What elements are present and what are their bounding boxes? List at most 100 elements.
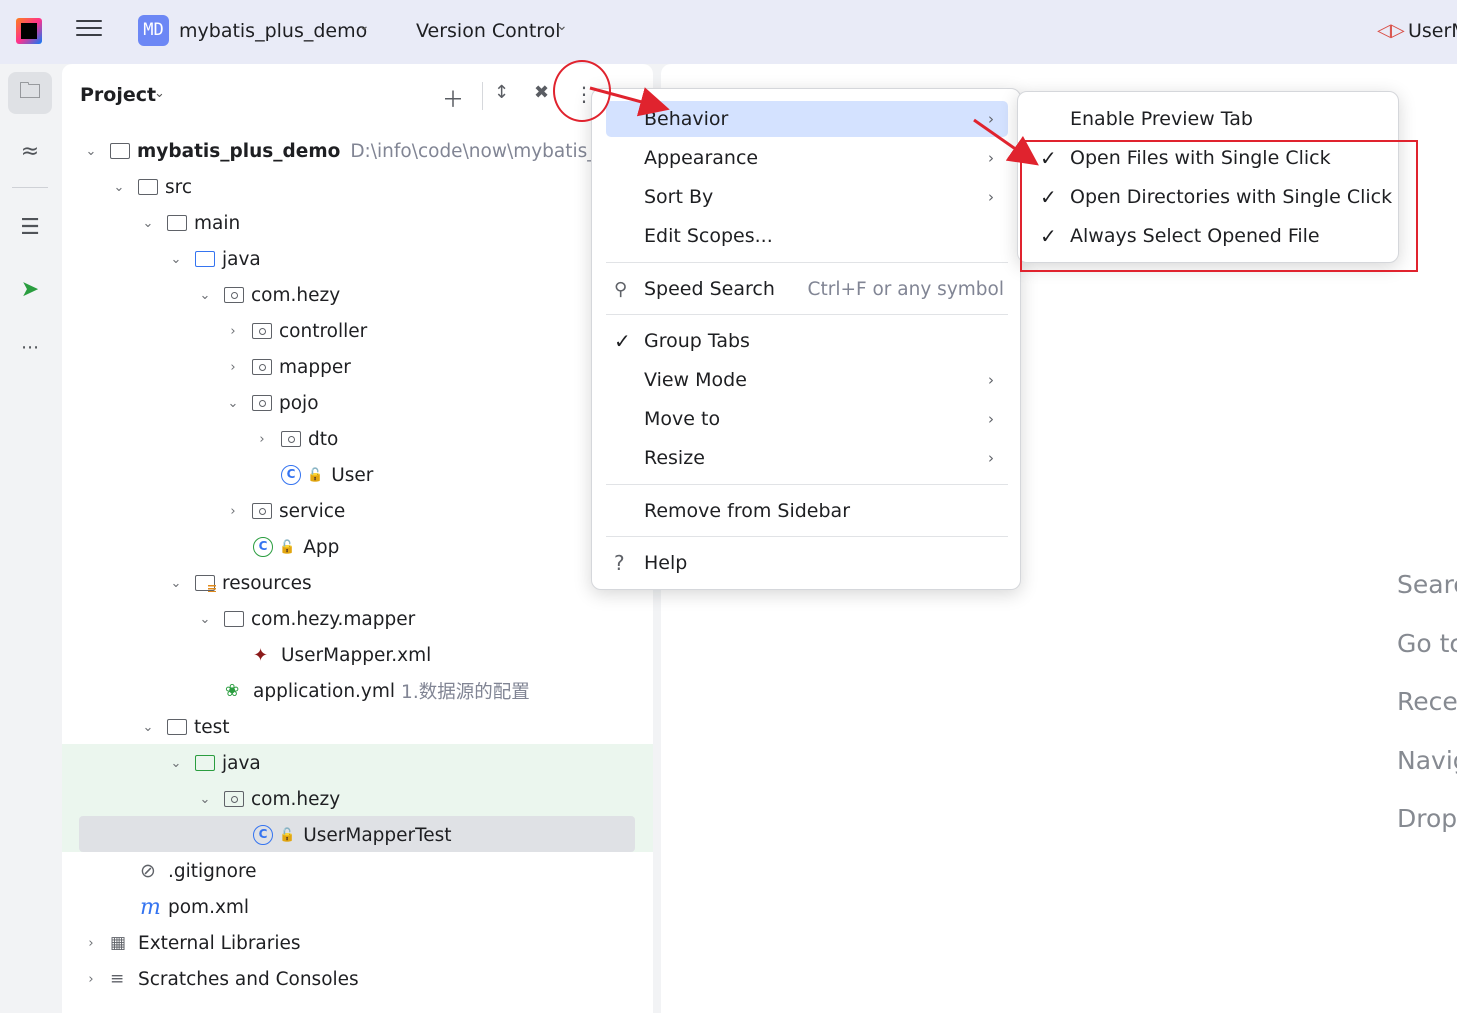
editor-hint-search: Searc [1397,570,1457,599]
run-config-selector[interactable]: UserM [1408,20,1457,42]
tree-item-app[interactable]: C 🔓 App [243,529,339,565]
tree-item-java[interactable]: ⌄ java [167,241,261,277]
chevron-down-icon[interactable]: ⌄ [556,18,568,34]
tree-item-mapper[interactable]: › mapper [224,349,350,385]
project-folder-icon[interactable]: 🗀 [8,72,52,114]
chevron-right-icon[interactable]: › [224,504,242,519]
maven-icon: m [140,894,161,920]
package-icon [252,395,272,411]
menu-item-appearance[interactable]: Appearance › [606,140,1008,176]
chevron-right-icon: › [988,449,994,467]
menu-item-behavior[interactable]: Behavior › [606,101,1008,137]
tree-item-src[interactable]: ⌄ src [110,169,192,205]
menu-item-view-mode[interactable]: View Mode › [606,362,1008,398]
tree-item-controller[interactable]: › controller [224,313,367,349]
test-source-folder-icon [195,755,215,771]
search-icon: ⚲ [614,278,628,300]
chevron-down-icon[interactable]: ⌄ [167,576,185,591]
tree-item-main[interactable]: ⌄ main [139,205,241,241]
chevron-right-icon: › [988,110,994,128]
tree-item-usermapper-xml[interactable]: ✦ UserMapper.xml [243,637,431,673]
chevron-down-icon[interactable]: ⌄ [196,288,214,303]
tree-item-test[interactable]: ⌄ test [139,709,230,745]
chevron-down-icon[interactable]: ⌄ [196,612,214,627]
package-icon [252,503,272,519]
intellij-logo-icon[interactable] [16,18,42,44]
version-control-menu[interactable]: Version Control [416,20,561,42]
panel-title[interactable]: Project [80,84,156,106]
menu-item-group-tabs[interactable]: ✓ Group Tabs [606,323,1008,359]
annotation-circle [553,60,611,122]
tree-item-pom-xml[interactable]: m pom.xml [130,889,249,925]
jrebel-icon[interactable]: ➤ [8,268,52,310]
expand-all-icon[interactable]: ↕ [494,82,509,103]
tree-item-test-com-hezy[interactable]: ⌄ com.hezy [196,781,341,817]
main-menu-icon[interactable] [76,20,102,42]
chevron-right-icon[interactable]: › [253,432,271,447]
chevron-right-icon: › [988,410,994,428]
spring-boot-class-icon: C [253,537,273,557]
menu-item-remove-from-sidebar[interactable]: Remove from Sidebar [606,493,1008,529]
chevron-down-icon[interactable]: ⌄ [82,144,100,159]
scratches-icon: ≡ [110,969,125,989]
ignored-file-icon: ⊘ [140,860,156,882]
chevron-right-icon[interactable]: › [82,936,100,951]
menu-item-resize[interactable]: Resize › [606,440,1008,476]
chevron-right-icon: › [988,371,994,389]
editor-hint-recent: Recer [1397,687,1457,716]
chevron-down-icon[interactable]: ⌄ [110,180,128,195]
tree-item-com-hezy-mapper[interactable]: ⌄ com.hezy.mapper [196,601,416,637]
tree-item-user[interactable]: C 🔓 User [271,457,373,493]
tree-item-gitignore[interactable]: ⊘ .gitignore [130,853,257,889]
chevron-down-icon[interactable]: ⌄ [167,756,185,771]
tree-item-scratches[interactable]: › ≡ Scratches and Consoles [82,961,358,997]
more-icon[interactable]: ⋯ [8,326,52,368]
menu-item-speed-search[interactable]: ⚲ Speed Search Ctrl+F or any symbol [606,271,1008,307]
chevron-down-icon[interactable]: ⌄ [358,18,370,34]
project-badge[interactable]: MD [138,15,169,46]
tree-item-service[interactable]: › service [224,493,345,529]
chevron-down-icon[interactable]: ⌄ [196,792,214,807]
editor-hint-drop: Drop [1397,804,1457,833]
chevron-down-icon[interactable]: ⌄ [167,252,185,267]
tree-item-dto[interactable]: › dto [253,421,338,457]
strip-divider [12,187,48,188]
package-icon [224,791,244,807]
options-menu: Behavior › Appearance › Sort By › Edit S… [591,88,1021,590]
tree-item-usermappertest[interactable]: C 🔓 UserMapperTest [243,817,452,853]
tree-item-external-libraries[interactable]: › ▦ External Libraries [82,925,300,961]
menu-item-sort-by[interactable]: Sort By › [606,179,1008,215]
submenu-item-enable-preview-tab[interactable]: Enable Preview Tab [1028,101,1388,137]
project-panel: Project ⌄ ＋ ↕ ✖ ⋮ ⌄ mybatis_plus_demo D:… [62,64,653,1013]
chevron-right-icon[interactable]: › [224,360,242,375]
menu-item-move-to[interactable]: Move to › [606,401,1008,437]
add-icon[interactable]: ＋ [442,82,464,114]
chevron-down-icon[interactable]: ⌄ [154,86,165,101]
tool-window-strip: 🗀 ≈ ☰ ➤ ⋯ [0,64,60,1013]
run-config-icon[interactable]: ◁▷ [1377,20,1405,41]
tree-item-project-root[interactable]: ⌄ mybatis_plus_demo D:\info\code\now\myb… [82,133,626,169]
tree-item-com-hezy[interactable]: ⌄ com.hezy [196,277,341,313]
tree-item-resources[interactable]: ⌄ resources [167,565,312,601]
collapse-all-icon[interactable]: ✖ [534,82,549,103]
project-switcher[interactable]: mybatis_plus_demo [179,20,367,42]
menu-item-edit-scopes[interactable]: Edit Scopes... [606,218,1008,254]
checkmark-icon: ✓ [614,329,631,353]
menu-item-help[interactable]: ? Help [606,545,1008,581]
chevron-right-icon[interactable]: › [224,324,242,339]
tree-item-application-yml[interactable]: ❀ application.yml 1.数据源的配置 [215,673,530,709]
chevron-right-icon[interactable]: › [82,972,100,987]
tree-item-pojo[interactable]: ⌄ pojo [224,385,319,421]
menu-separator [606,262,1008,263]
unlock-icon: 🔓 [279,539,296,555]
chevron-down-icon[interactable]: ⌄ [224,396,242,411]
menu-separator [606,484,1008,485]
learn-icon[interactable]: ≈ [8,130,52,172]
chevron-down-icon[interactable]: ⌄ [139,720,157,735]
title-bar: MD mybatis_plus_demo ⌄ Version Control ⌄… [0,0,1457,64]
tree-item-test-java[interactable]: ⌄ java [167,745,261,781]
toolbar-divider [482,82,483,110]
structure-icon[interactable]: ☰ [8,206,52,248]
chevron-down-icon[interactable]: ⌄ [139,216,157,231]
package-icon [252,359,272,375]
